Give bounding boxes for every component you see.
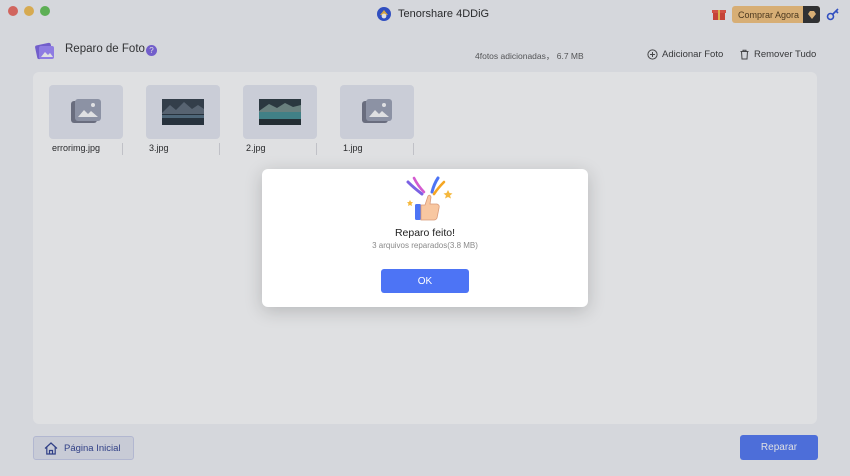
thumbs-up-celebration-icon bbox=[406, 176, 453, 221]
ok-button[interactable]: OK bbox=[381, 269, 469, 293]
dialog-title: Reparo feito! bbox=[394, 227, 456, 239]
dialog-subtitle: 3 arquivos reparados(3.8 MB) bbox=[372, 241, 478, 250]
repair-complete-dialog: Reparo feito! 3 arquivos reparados(3.8 M… bbox=[262, 169, 588, 307]
